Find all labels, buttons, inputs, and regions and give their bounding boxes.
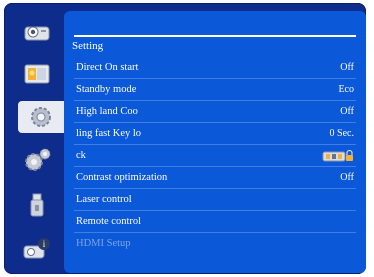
row-value: Off	[340, 106, 354, 117]
row-label: Direct On start	[76, 62, 139, 73]
row-label: Laser control	[76, 194, 132, 205]
row-divider	[74, 188, 356, 189]
row-divider	[74, 166, 356, 167]
row-label: ck	[76, 150, 86, 161]
sidebar-item-picture[interactable]	[14, 58, 62, 90]
row-label: High land Coo	[76, 106, 138, 117]
menu-row-contrast-optimization[interactable]: Contrast optimization Off	[68, 169, 362, 189]
row-value: Off	[340, 172, 354, 183]
row-divider	[74, 122, 356, 123]
information-icon: i	[23, 238, 50, 259]
menu-row-key-lock[interactable]: ck	[68, 147, 362, 167]
row-divider	[74, 100, 356, 101]
menu-panel: Setting Direct On start Off Standby mode…	[64, 11, 366, 273]
row-value: Off	[340, 62, 354, 73]
row-value: Eco	[338, 84, 354, 95]
menu-row-laser-control[interactable]: Laser control	[68, 191, 362, 211]
row-label: Standby mode	[76, 84, 137, 95]
row-value: 0 Sec.	[329, 128, 354, 139]
menu-row-direct-on-start[interactable]: Direct On start Off	[68, 59, 362, 79]
sidebar-item-projector[interactable]	[14, 15, 62, 47]
menu-row-remote-control[interactable]: Remote control	[68, 213, 362, 233]
row-value	[322, 149, 354, 166]
keypad-lock-icon	[322, 149, 353, 162]
usb-drive-icon	[30, 193, 44, 217]
menu-row-high-land[interactable]: High land Coo Off	[68, 103, 362, 123]
menu-row-standby-mode[interactable]: Standby mode Eco	[68, 81, 362, 101]
title-divider	[74, 35, 356, 37]
projector-icon	[24, 26, 50, 41]
menu-row-cooling-fast[interactable]: ling fast Key lo 0 Sec.	[68, 125, 362, 145]
row-label: HDMI Setup	[76, 238, 131, 249]
menu-row-hdmi-setup: HDMI Setup	[68, 235, 362, 255]
sidebar: i	[12, 13, 72, 269]
row-divider	[74, 232, 356, 233]
row-label: ling fast Key lo	[76, 128, 142, 139]
advanced-gears-icon	[25, 148, 51, 171]
gear-setting-icon	[31, 107, 51, 127]
menu-frame: i Setting Direct On start Off Standby mo…	[4, 3, 366, 274]
row-divider	[74, 78, 356, 79]
row-label: Remote control	[76, 216, 142, 227]
row-divider	[74, 144, 356, 145]
sidebar-item-advanced[interactable]	[14, 144, 62, 176]
menu-title: Setting	[72, 40, 104, 52]
row-divider	[74, 210, 356, 211]
row-label: Contrast optimization	[76, 172, 168, 183]
sidebar-item-usb[interactable]	[14, 189, 62, 221]
sidebar-item-info[interactable]: i	[14, 233, 62, 265]
picture-adjust-icon	[24, 64, 50, 84]
